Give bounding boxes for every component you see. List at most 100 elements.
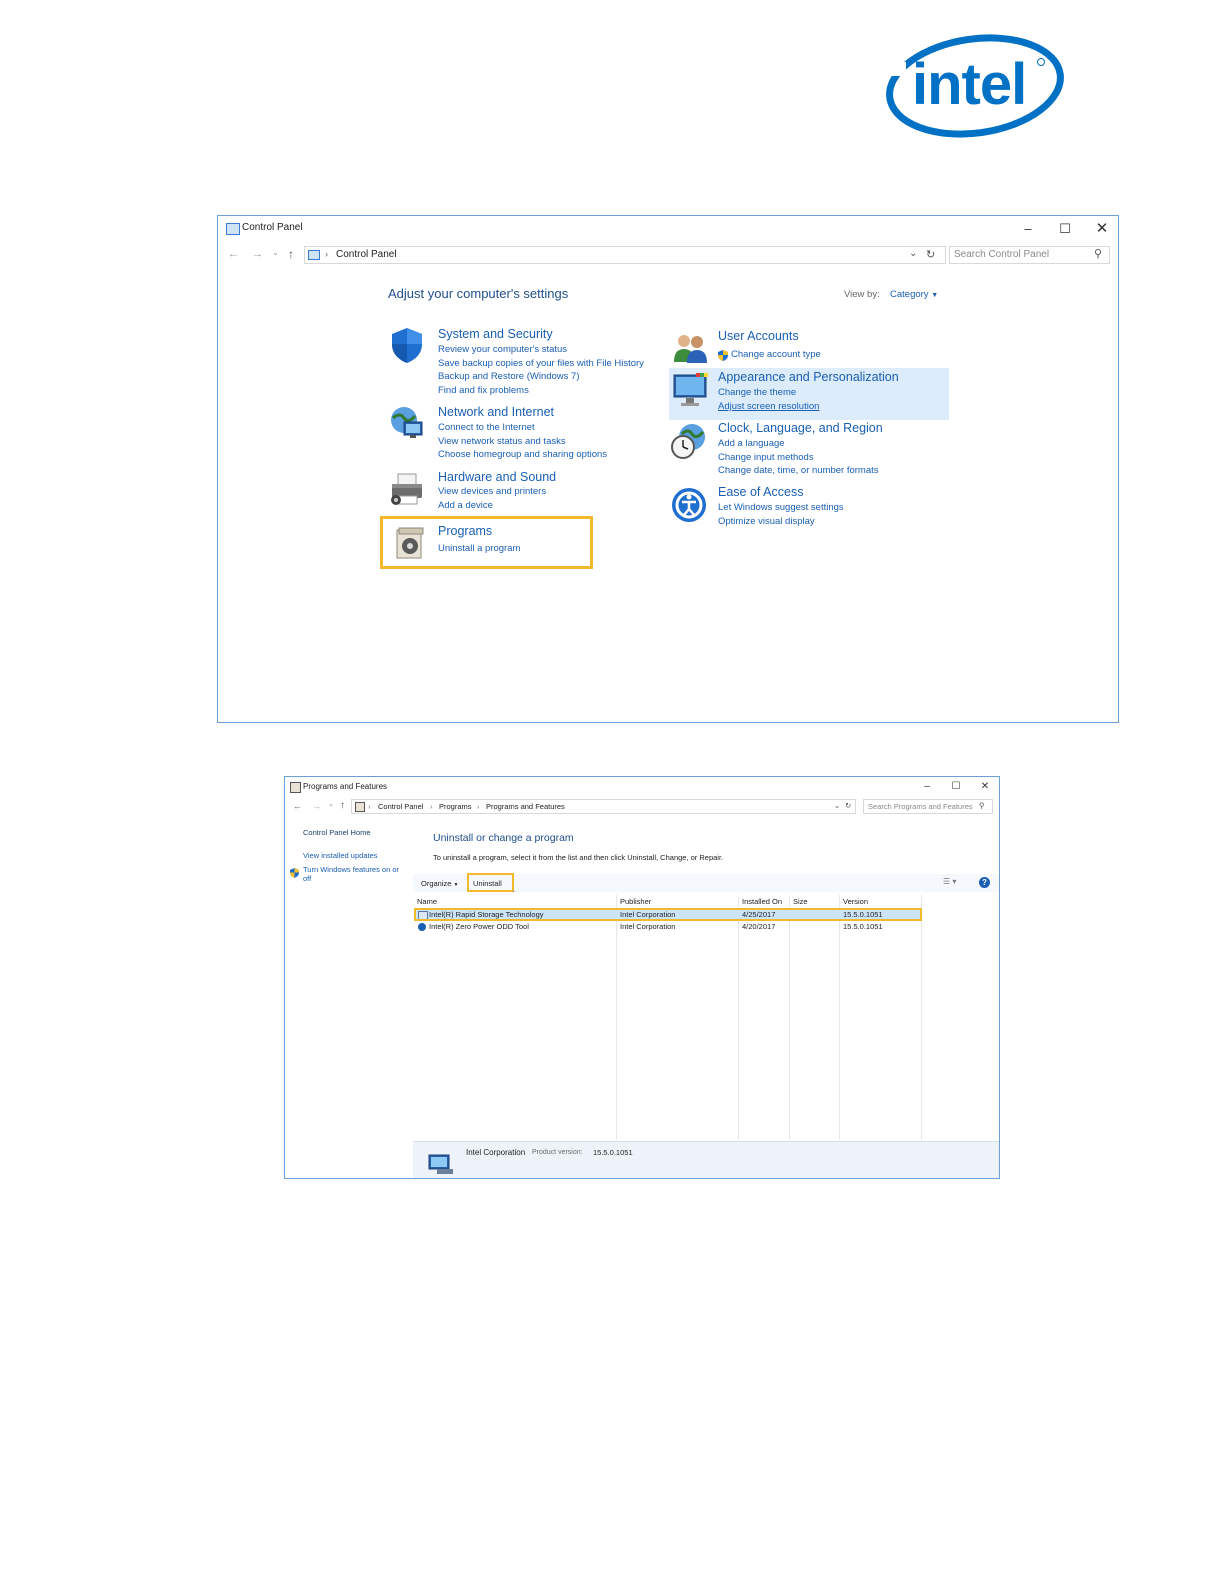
category-title[interactable]: Ease of Access [718,485,803,499]
row-version: 15.5.0.1051 [843,922,883,931]
category-link[interactable]: Review your computer's status [438,344,567,355]
category-link[interactable]: Find and fix problems [438,385,529,396]
breadcrumb-item[interactable]: Programs and Features [486,802,565,811]
search-icon[interactable]: ⚲ [1094,247,1102,260]
breadcrumb-chevron-icon: › [430,802,433,811]
category-link[interactable]: Change account type [731,349,821,360]
category-title[interactable]: System and Security [438,327,553,341]
category-link[interactable]: View network status and tasks [438,436,566,447]
sidebar-item-home[interactable]: Control Panel Home [303,828,371,837]
category-title[interactable]: Clock, Language, and Region [718,421,883,435]
uac-shield-icon [290,865,299,883]
back-arrow-icon[interactable]: ← [228,248,239,260]
uninstall-program-link[interactable]: Uninstall a program [438,543,520,554]
category-link[interactable]: Connect to the Internet [438,422,535,433]
breadcrumb-item[interactable]: Programs [439,802,472,811]
category-link[interactable]: Add a device [438,500,493,511]
details-publisher: Intel Corporation [466,1148,526,1157]
details-version-label: Product version: [532,1149,583,1156]
forward-arrow-icon[interactable]: → [252,248,263,260]
category-link[interactable]: Add a language [718,438,785,449]
table-row[interactable]: Intel(R) Zero Power ODD Tool Intel Corpo… [415,922,921,933]
ease-of-access-icon [672,488,706,522]
search-input[interactable]: Search Control Panel [954,249,1049,260]
intel-logo: intel [886,34,1064,138]
category-title[interactable]: Network and Internet [438,405,554,419]
search-box[interactable]: Search Control Panel ⚲ [949,246,1110,264]
breadcrumb-chevron-icon: › [368,802,371,811]
refresh-icon[interactable]: ↻ [845,801,851,810]
category-link[interactable]: Change the theme [718,387,796,398]
column-header-name[interactable]: Name [417,897,437,906]
column-header-publisher[interactable]: Publisher [620,897,651,906]
search-input[interactable]: Search Programs and Features [868,802,973,811]
address-bar[interactable]: › Control Panel ⌄ ↻ [304,246,946,264]
row-installed-on: 4/20/2017 [742,922,776,931]
category-title[interactable]: Appearance and Personalization [718,370,899,384]
row-highlight-box [414,908,922,921]
details-pane: Intel Corporation Product version: 15.5.… [413,1141,999,1178]
dropdown-arrow-icon: ▼ [931,292,939,299]
row-name: Intel(R) Zero Power ODD Tool [429,922,529,931]
column-divider [921,895,922,1140]
help-icon[interactable]: ? [979,877,990,888]
svg-text:intel: intel [912,52,1026,117]
close-button[interactable]: ✕ [975,779,995,795]
programs-disc-icon [396,527,424,559]
row-publisher: Intel Corporation [620,922,676,931]
category-link[interactable]: Optimize visual display [718,516,815,527]
control-panel-icon [226,223,240,235]
window-title: Programs and Features [303,782,388,791]
category-title[interactable]: User Accounts [718,329,799,343]
category-link[interactable]: Change date, time, or number formats [718,465,879,476]
window-title: Control Panel [242,222,303,233]
odd-tool-app-icon [418,923,426,931]
chevron-down-icon[interactable]: ⌄ [834,801,840,810]
refresh-icon[interactable]: ↻ [926,248,935,261]
minimize-button[interactable]: – [917,779,937,795]
maximize-button[interactable]: ☐ [946,779,966,795]
column-header-size[interactable]: Size [793,897,808,906]
view-by-dropdown[interactable]: Category ▼ [890,289,938,300]
page-title: Uninstall or change a program [433,832,574,844]
category-link[interactable]: Choose homegroup and sharing options [438,449,607,460]
search-box[interactable]: Search Programs and Features ⚲ [863,799,993,814]
control-panel-icon [308,250,320,260]
up-arrow-icon[interactable]: ↑ [340,800,345,811]
category-link[interactable]: Backup and Restore (Windows 7) [438,371,580,382]
sidebar-item-installed-updates[interactable]: View installed updates [303,851,378,860]
minimize-button[interactable]: – [1015,219,1041,239]
column-header-version[interactable]: Version [843,897,868,906]
view-options-icon[interactable]: ☰ ▾ [943,877,956,886]
category-title[interactable]: Hardware and Sound [438,470,556,484]
title-bar: Control Panel – ☐ ✕ [218,216,1118,242]
breadcrumb-item[interactable]: Control Panel [378,802,423,811]
maximize-button[interactable]: ☐ [1052,219,1078,239]
programs-icon [355,802,365,812]
back-arrow-icon[interactable]: ← [293,801,302,811]
search-icon[interactable]: ⚲ [979,801,985,810]
users-icon [674,335,707,363]
address-bar[interactable]: › Control Panel › Programs › Programs an… [351,799,856,814]
column-header-installed-on[interactable]: Installed On [742,897,782,906]
recent-chevron-icon[interactable]: ⌄ [328,800,334,808]
details-version: 15.5.0.1051 [593,1148,633,1157]
category-link[interactable]: View devices and printers [438,486,546,497]
category-link[interactable]: Adjust screen resolution [718,401,819,412]
up-arrow-icon[interactable]: ↑ [288,247,294,261]
forward-arrow-icon[interactable]: → [312,801,321,811]
category-title[interactable]: Programs [438,524,492,538]
recent-chevron-icon[interactable]: ⌄ [272,248,279,257]
breadcrumb-chevron-icon: › [325,249,328,259]
organize-button[interactable]: Organize ▼ [421,879,458,888]
sort-indicator-icon: ⌃ [511,891,517,897]
category-link[interactable]: Let Windows suggest settings [718,502,844,513]
category-link[interactable]: Change input methods [718,452,814,463]
sidebar-item-windows-features[interactable]: Turn Windows features on or off [303,865,403,883]
close-button[interactable]: ✕ [1089,219,1115,239]
dropdown-arrow-icon: ▼ [453,882,459,888]
description-text: To uninstall a program, select it from t… [433,853,724,862]
chevron-down-icon[interactable]: ⌄ [909,248,917,259]
breadcrumb-item[interactable]: Control Panel [336,249,397,260]
category-link[interactable]: Save backup copies of your files with Fi… [438,358,644,369]
